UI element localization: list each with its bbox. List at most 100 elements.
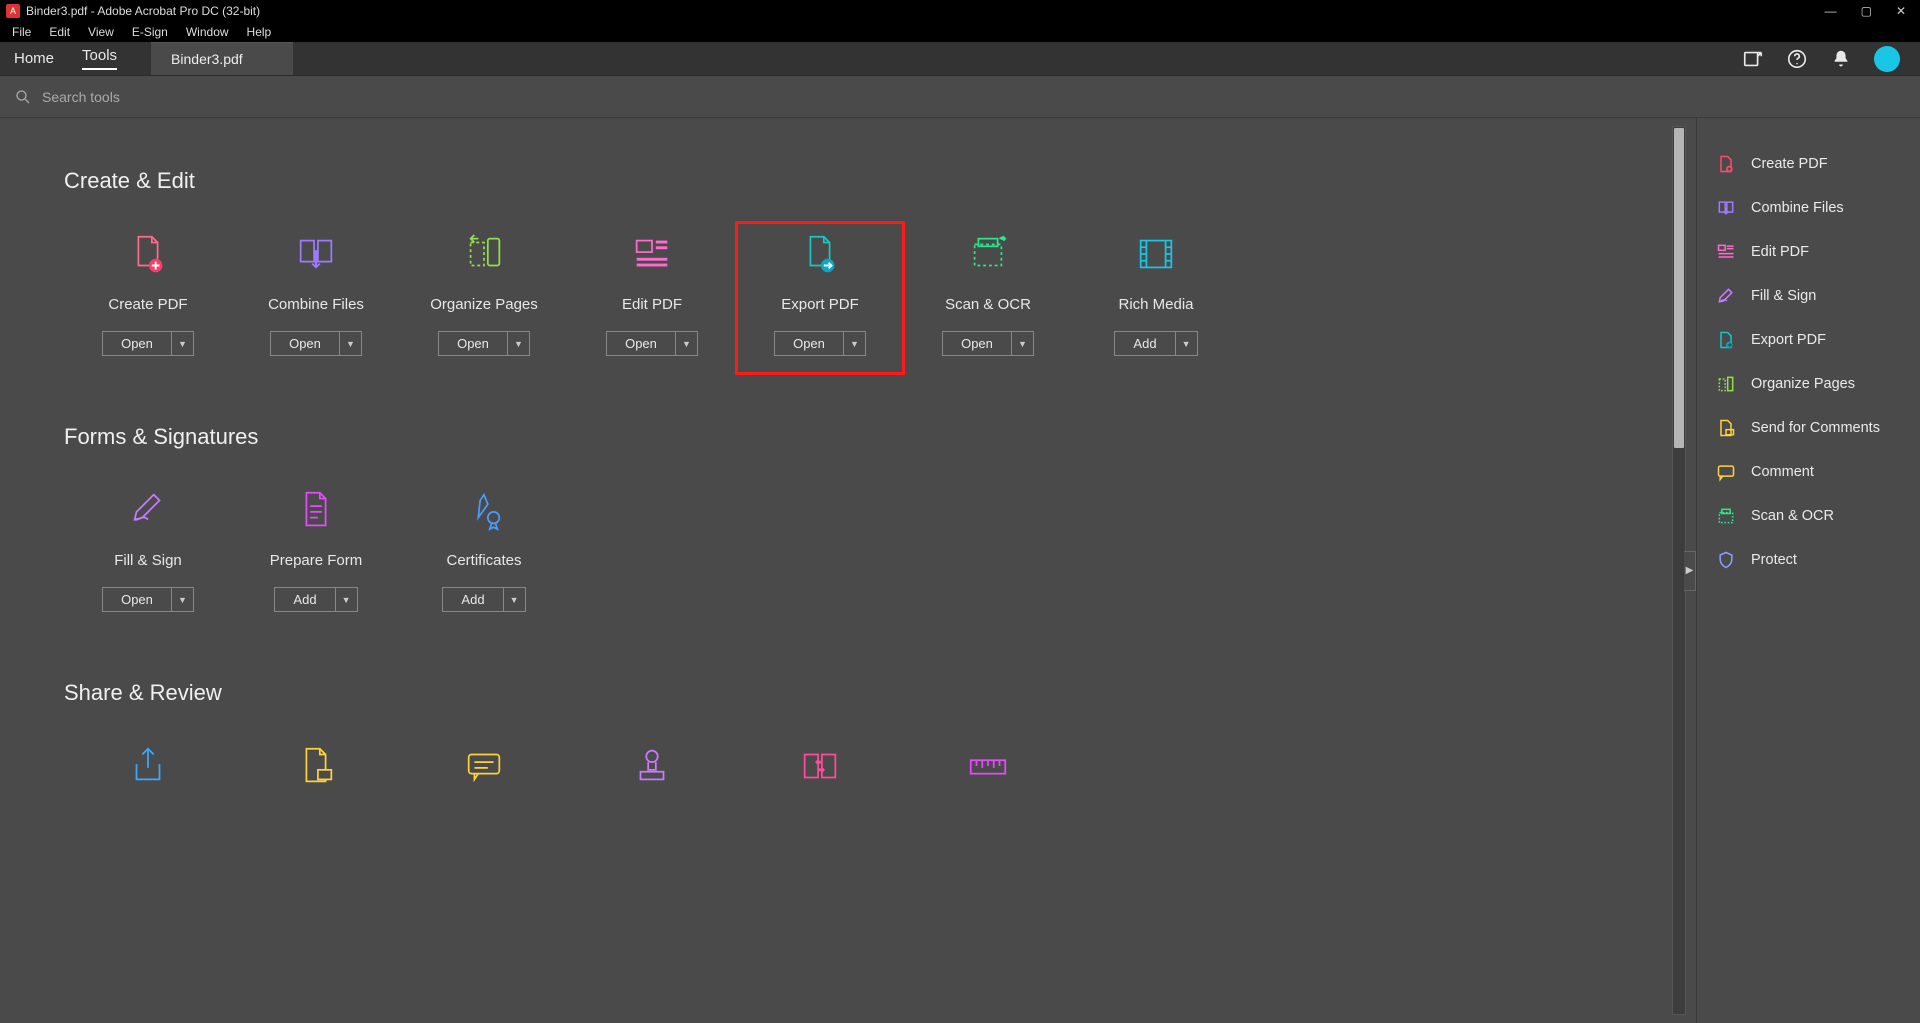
open-button[interactable]: Open — [439, 332, 507, 355]
prepare-form-icon — [292, 486, 340, 534]
tool-measure[interactable] — [904, 734, 1072, 826]
rp-scan-ocr[interactable]: Scan & OCR — [1697, 494, 1920, 538]
section-title-create-edit: Create & Edit — [64, 168, 1636, 194]
tool-label: Organize Pages — [430, 296, 538, 313]
scan-ocr-icon — [964, 230, 1012, 278]
chevron-down-icon[interactable]: ▼ — [843, 332, 865, 355]
create-pdf-icon — [1715, 153, 1737, 175]
chevron-down-icon[interactable]: ▼ — [1175, 332, 1197, 355]
tool-comment[interactable] — [400, 734, 568, 826]
document-tab[interactable]: Binder3.pdf — [151, 42, 293, 75]
tool-label: Rich Media — [1118, 296, 1193, 313]
tab-tools[interactable]: Tools — [68, 42, 131, 75]
export-pdf-icon — [796, 230, 844, 278]
minimize-button[interactable]: — — [1825, 4, 1837, 18]
tool-label: Create PDF — [108, 296, 187, 313]
chevron-down-icon[interactable]: ▼ — [339, 332, 361, 355]
open-button[interactable]: Open — [607, 332, 675, 355]
panel-collapse-handle[interactable]: ▶ — [1684, 551, 1696, 591]
chevron-down-icon[interactable]: ▼ — [503, 588, 525, 611]
rp-send-comments[interactable]: Send for Comments — [1697, 406, 1920, 450]
tool-stamp[interactable] — [568, 734, 736, 826]
tool-compare[interactable] — [736, 734, 904, 826]
sync-icon[interactable] — [1742, 48, 1764, 70]
menu-edit[interactable]: Edit — [41, 23, 78, 41]
tool-organize-pages[interactable]: Organize Pages Open ▼ — [400, 222, 568, 374]
open-button[interactable]: Open — [775, 332, 843, 355]
close-button[interactable]: ✕ — [1896, 4, 1906, 18]
menu-file[interactable]: File — [4, 23, 39, 41]
window-title: Binder3.pdf - Adobe Acrobat Pro DC (32-b… — [26, 4, 260, 18]
tool-label: Combine Files — [268, 296, 364, 313]
menu-view[interactable]: View — [80, 23, 122, 41]
rp-create-pdf[interactable]: Create PDF — [1697, 142, 1920, 186]
app-icon: A — [6, 4, 20, 18]
rp-export-pdf[interactable]: Export PDF — [1697, 318, 1920, 362]
search-bar — [0, 76, 1920, 118]
stamp-icon — [628, 742, 676, 790]
rp-label: Fill & Sign — [1751, 288, 1816, 304]
menu-help[interactable]: Help — [239, 23, 280, 41]
export-pdf-icon — [1715, 329, 1737, 351]
tool-rich-media[interactable]: Rich Media Add ▼ — [1072, 222, 1240, 374]
fill-sign-icon — [124, 486, 172, 534]
rp-label: Export PDF — [1751, 332, 1826, 348]
chevron-down-icon[interactable]: ▼ — [335, 588, 357, 611]
tool-fill-sign[interactable]: Fill & Sign Open ▼ — [64, 478, 232, 630]
tool-share[interactable] — [64, 734, 232, 826]
compare-icon — [796, 742, 844, 790]
chevron-down-icon[interactable]: ▼ — [1011, 332, 1033, 355]
rp-comment[interactable]: Comment — [1697, 450, 1920, 494]
open-button[interactable]: Open — [103, 588, 171, 611]
maximize-button[interactable]: ▢ — [1861, 4, 1872, 18]
edit-pdf-icon — [628, 230, 676, 278]
certificates-icon — [460, 486, 508, 534]
rp-protect[interactable]: Protect — [1697, 538, 1920, 582]
open-button[interactable]: Open — [103, 332, 171, 355]
send-comments-icon — [292, 742, 340, 790]
tool-label: Scan & OCR — [945, 296, 1031, 313]
tool-combine-files[interactable]: Combine Files Open ▼ — [232, 222, 400, 374]
help-icon[interactable] — [1786, 48, 1808, 70]
protect-icon — [1715, 549, 1737, 571]
rp-label: Protect — [1751, 552, 1797, 568]
tool-certificates[interactable]: Certificates Add ▼ — [400, 478, 568, 630]
add-button[interactable]: Add — [1115, 332, 1174, 355]
tool-export-pdf[interactable]: Export PDF Open ▼ — [736, 222, 904, 374]
chevron-down-icon[interactable]: ▼ — [171, 332, 193, 355]
menu-window[interactable]: Window — [178, 23, 237, 41]
bell-icon[interactable] — [1830, 48, 1852, 70]
rp-label: Combine Files — [1751, 200, 1844, 216]
rp-fill-sign[interactable]: Fill & Sign — [1697, 274, 1920, 318]
rp-organize-pages[interactable]: Organize Pages — [1697, 362, 1920, 406]
tool-send-comments[interactable] — [232, 734, 400, 826]
menu-esign[interactable]: E-Sign — [124, 23, 176, 41]
tab-row: Home Tools Binder3.pdf — [0, 42, 1920, 76]
share-icon — [124, 742, 172, 790]
rp-edit-pdf[interactable]: Edit PDF — [1697, 230, 1920, 274]
tool-edit-pdf[interactable]: Edit PDF Open ▼ — [568, 222, 736, 374]
add-button[interactable]: Add — [443, 588, 502, 611]
tool-create-pdf[interactable]: Create PDF Open ▼ — [64, 222, 232, 374]
chevron-down-icon[interactable]: ▼ — [675, 332, 697, 355]
menubar: File Edit View E-Sign Window Help — [0, 22, 1920, 42]
rp-label: Organize Pages — [1751, 376, 1855, 392]
chevron-down-icon[interactable]: ▼ — [171, 588, 193, 611]
avatar[interactable] — [1874, 46, 1900, 72]
scan-ocr-icon — [1715, 505, 1737, 527]
rp-combine-files[interactable]: Combine Files — [1697, 186, 1920, 230]
chevron-down-icon[interactable]: ▼ — [507, 332, 529, 355]
tool-label: Edit PDF — [622, 296, 682, 313]
organize-pages-icon — [460, 230, 508, 278]
right-panel: Create PDF Combine Files Edit PDF Fill &… — [1696, 118, 1920, 1023]
open-button[interactable]: Open — [943, 332, 1011, 355]
search-input[interactable] — [42, 89, 442, 105]
rp-label: Edit PDF — [1751, 244, 1809, 260]
tool-label: Export PDF — [781, 296, 859, 313]
tab-home[interactable]: Home — [0, 42, 68, 75]
rp-label: Create PDF — [1751, 156, 1828, 172]
open-button[interactable]: Open — [271, 332, 339, 355]
tool-scan-ocr[interactable]: Scan & OCR Open ▼ — [904, 222, 1072, 374]
add-button[interactable]: Add — [275, 588, 334, 611]
tool-prepare-form[interactable]: Prepare Form Add ▼ — [232, 478, 400, 630]
